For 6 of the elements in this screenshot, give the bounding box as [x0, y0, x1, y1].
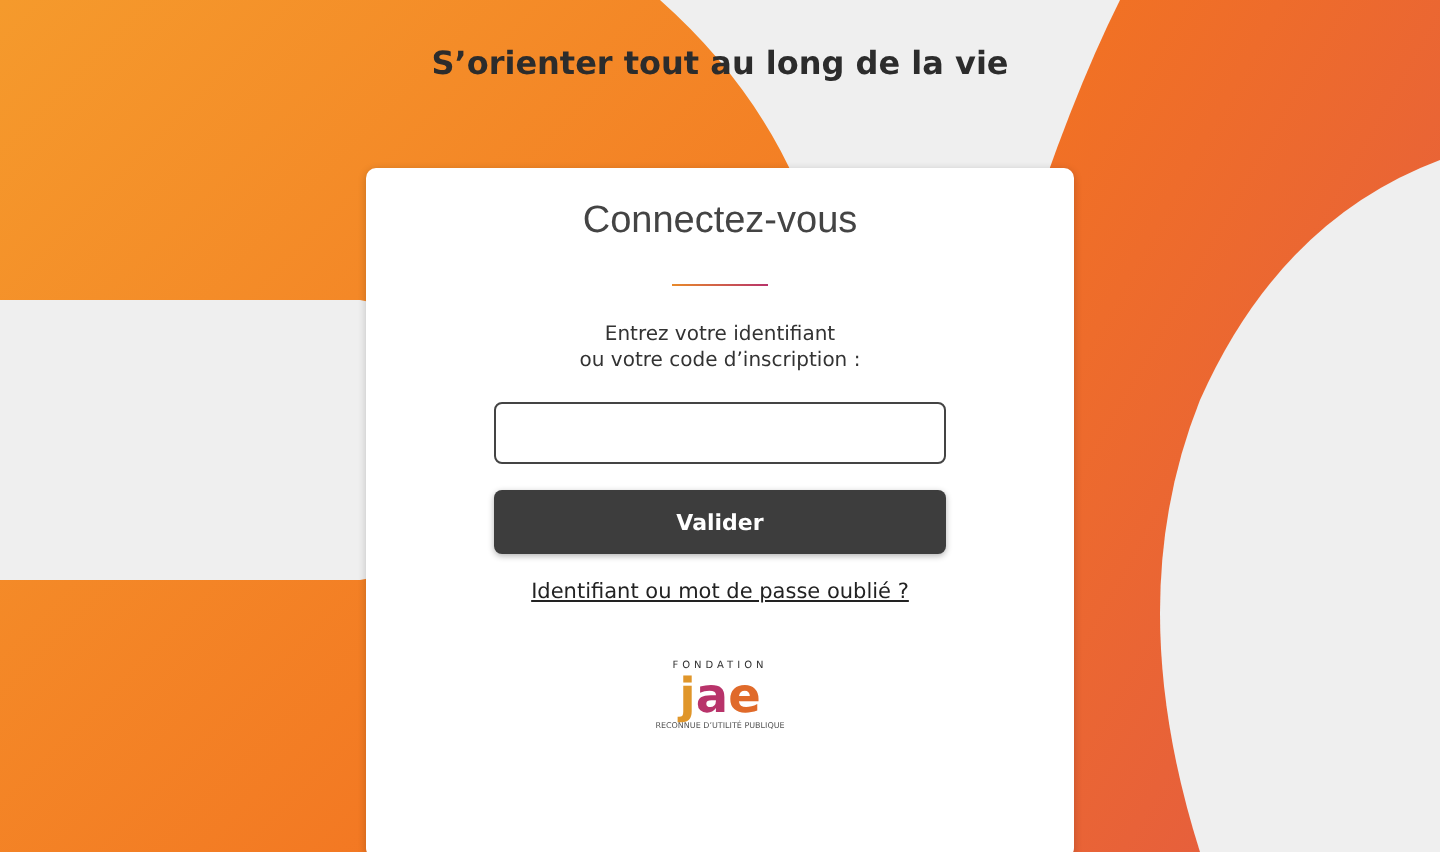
- prompt-text: Entrez votre identifiant ou votre code d’inscription :: [579, 322, 861, 374]
- submit-button[interactable]: Valider: [494, 490, 946, 554]
- card-title: Connectez-vous: [582, 200, 858, 244]
- forgot-link[interactable]: Identifiant ou mot de passe oublié ?: [531, 580, 909, 604]
- identifier-field[interactable]: [494, 402, 946, 464]
- logo-mark: jae: [679, 672, 761, 720]
